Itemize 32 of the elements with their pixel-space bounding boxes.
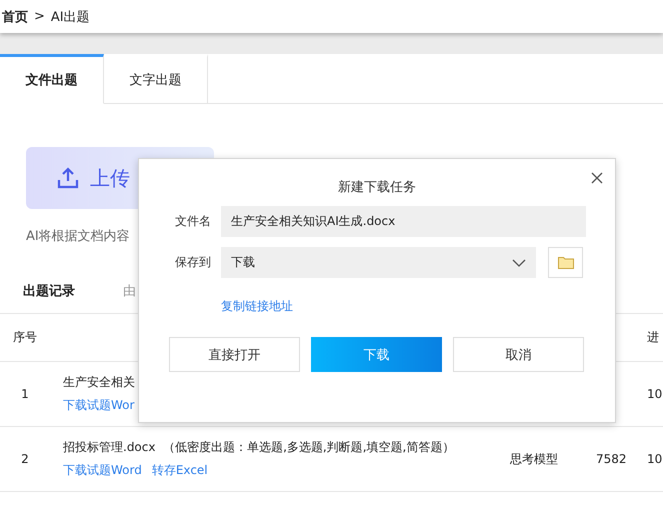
breadcrumb-home[interactable]: 首页 [2,8,28,26]
upload-icon [56,166,80,190]
row-link[interactable]: 转存Excel [152,462,208,479]
file-name: 招投标管理.docx （低密度出题：单选题,多选题,判断题,填空题,简答题） [63,439,456,456]
table-cell-text: 2 [20,452,30,466]
dialog-button[interactable]: 取消 [453,337,584,372]
chevron-down-icon [512,258,526,266]
records-title: 出题记录 [23,283,75,300]
save-location-dropdown[interactable]: 下载 [221,247,536,278]
table-cell-text: 10 [646,452,663,466]
folder-icon [558,256,574,269]
table-cell-text: 1 [20,387,30,401]
records-subtitle: 由 [123,283,136,300]
table-cell: 思考模型 [510,452,558,466]
dialog-title: 新建下载任务 [337,179,417,196]
hint-text: AI将根据文档内容 [26,228,131,245]
copy-link[interactable]: 复制链接地址 [221,298,293,315]
field-label: 保存到 [175,254,212,271]
breadcrumb-current: AI出题 [50,8,90,26]
column-header: 序号 [12,329,38,346]
table-cell: 7582 [596,452,627,466]
field-label: 文件名 [175,213,212,230]
breadcrumb-separator: > [34,9,45,24]
filename-field[interactable]: 生产安全相关知识AI生成.docx [221,206,586,237]
close-icon[interactable] [591,172,603,184]
column-header: 进 [646,329,660,346]
table-cell-text: 10 [646,387,663,401]
tab[interactable]: 文件出题 [0,54,104,104]
row-link[interactable]: 下载试题Word [63,462,142,479]
row-link[interactable]: 下载试题Wor [63,397,134,414]
dialog-button[interactable]: 直接打开 [169,337,300,372]
file-name: 生产安全相关 [63,374,136,391]
